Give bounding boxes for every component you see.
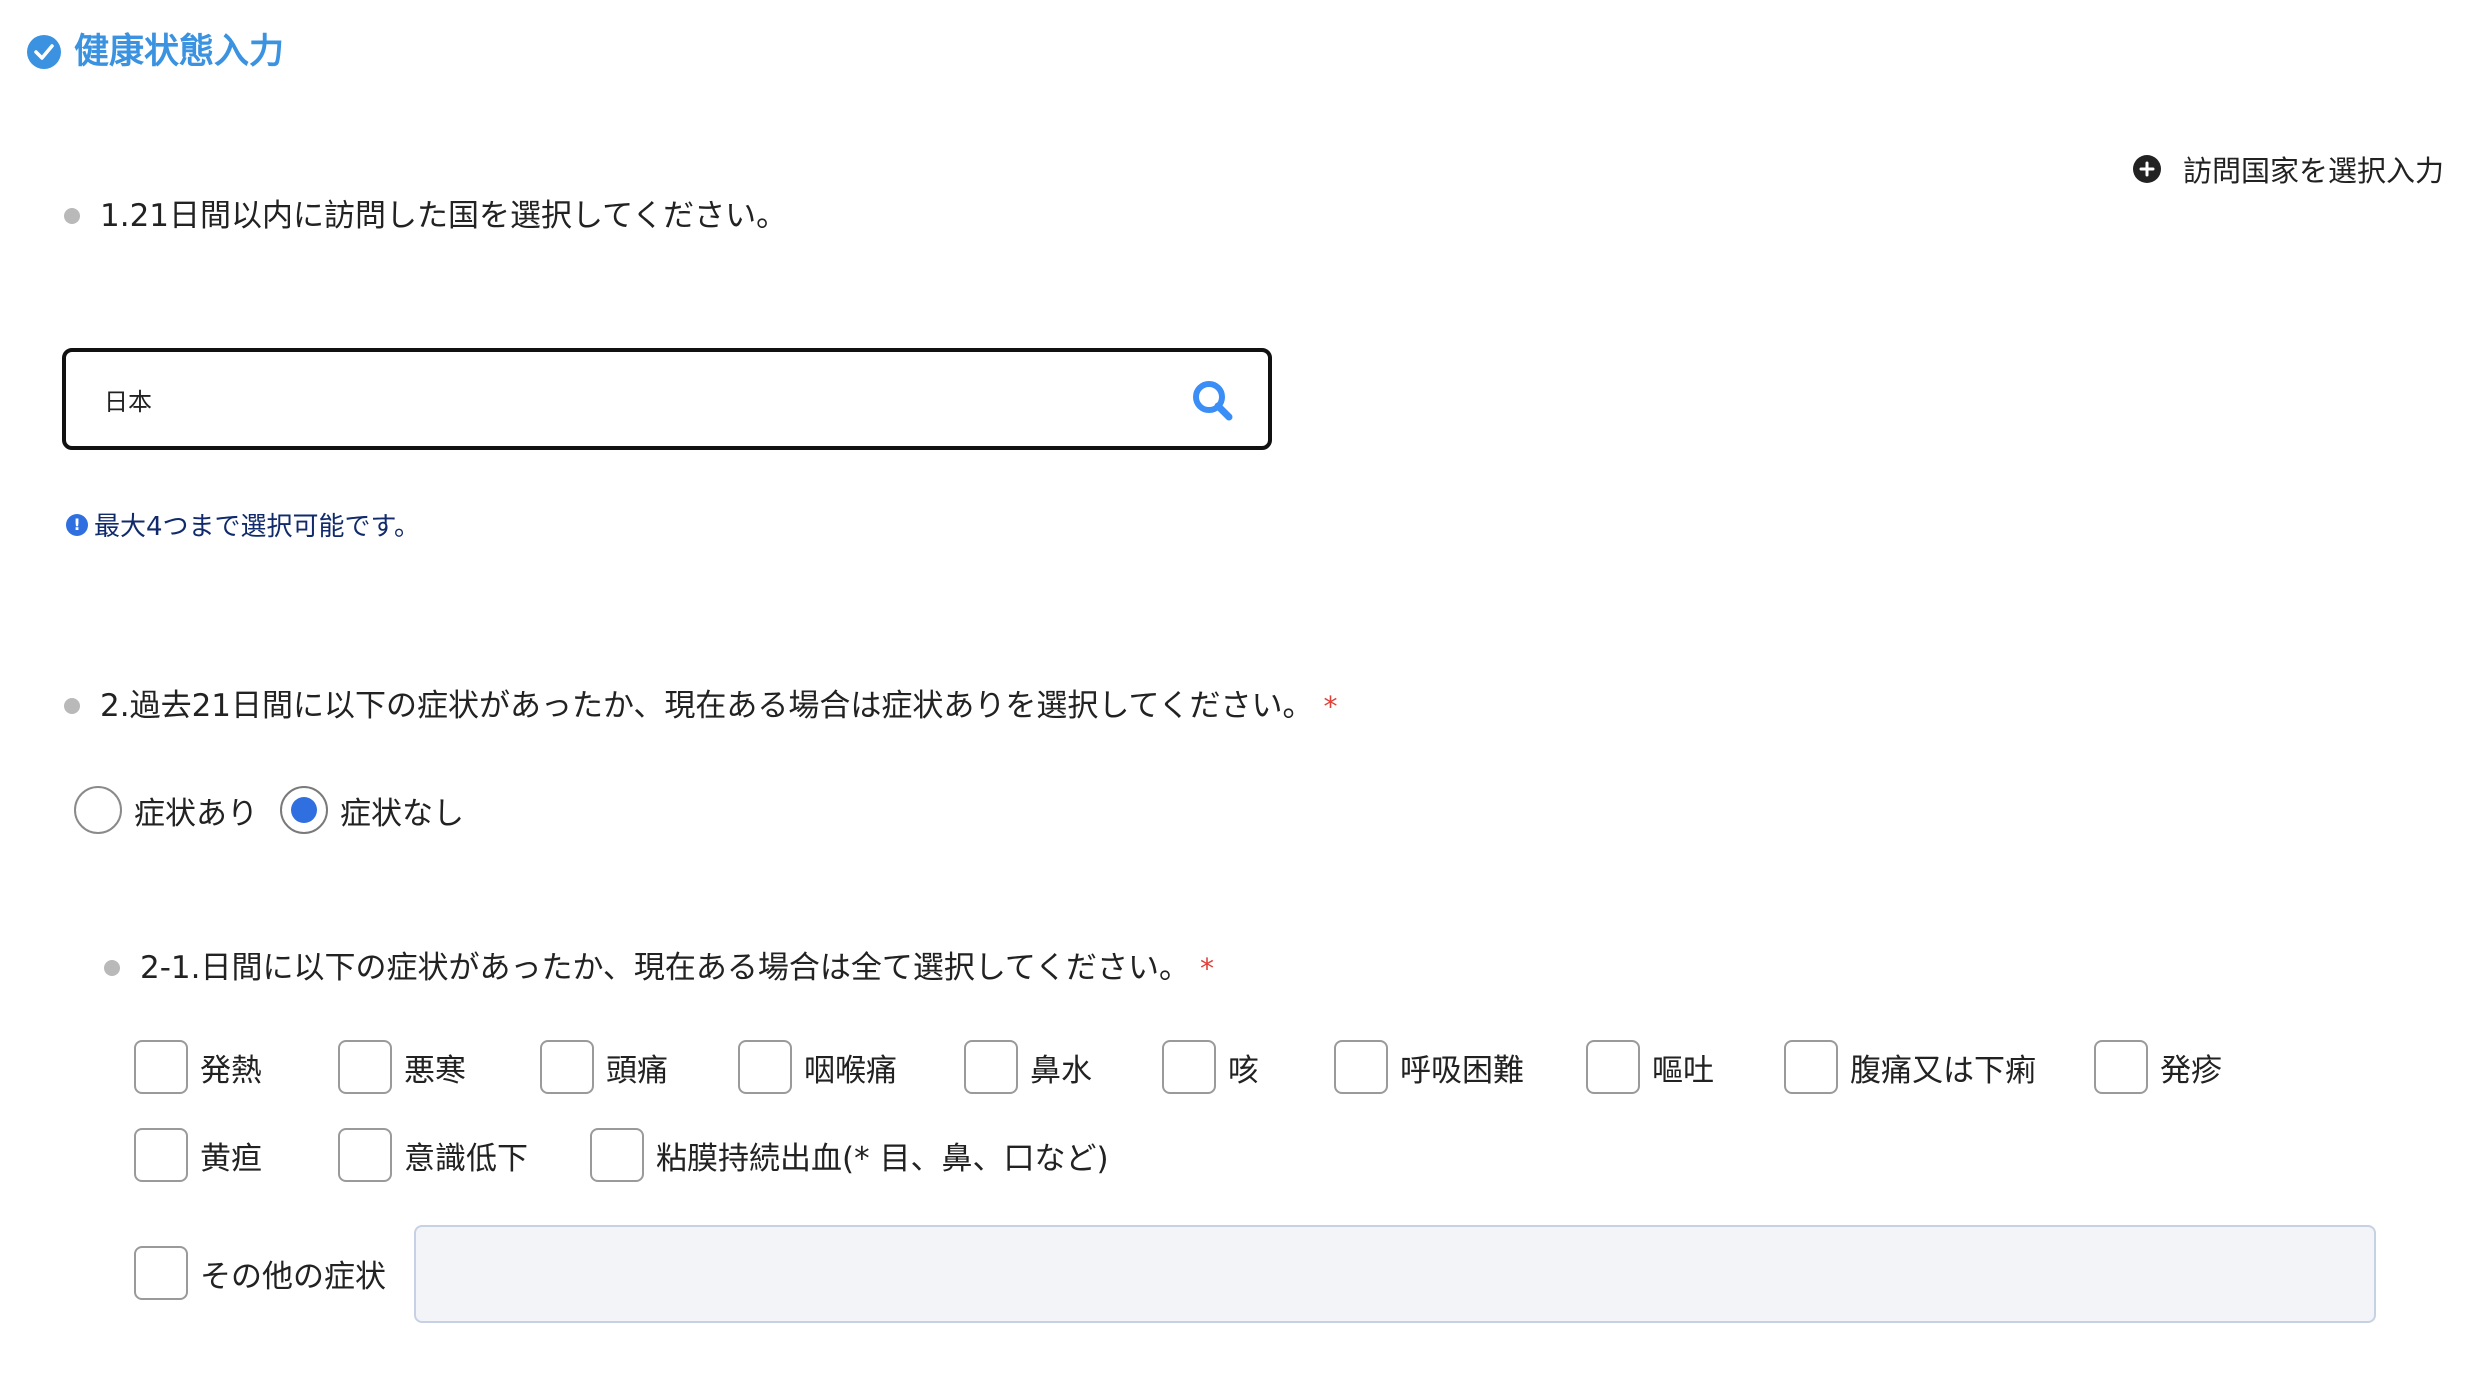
bullet-dot-icon (64, 698, 80, 714)
symptom-label: 咽喉痛 (804, 1052, 897, 1089)
info-icon: ! (66, 513, 88, 536)
other-symptoms-input[interactable] (414, 1225, 2376, 1323)
symptom-checkbox-runny-nose[interactable]: 鼻水 (964, 1040, 1092, 1094)
checkbox[interactable] (964, 1040, 1018, 1094)
search-input-value: 日本 (104, 387, 152, 416)
symptom-label: 嘔吐 (1652, 1052, 1714, 1089)
symptom-presence-radio-group: 症状あり 症状なし (74, 786, 486, 834)
checkbox[interactable] (1784, 1040, 1838, 1094)
symptom-checkbox-abdominal-pain[interactable]: 腹痛又は下痢 (1784, 1040, 2036, 1094)
checkbox[interactable] (540, 1040, 594, 1094)
symptom-label: 粘膜持続出血(* 目、鼻、口など) (656, 1140, 1109, 1177)
bullet-dot-icon (64, 208, 80, 224)
required-mark: * (1323, 689, 1338, 723)
radio-symptoms-no-label: 症状なし (340, 795, 464, 832)
checkbox[interactable] (134, 1128, 188, 1182)
checkbox[interactable] (338, 1128, 392, 1182)
symptom-checkbox-mucosal-bleeding[interactable]: 粘膜持続出血(* 目、鼻、口など) (590, 1128, 1109, 1182)
section-title: 健康状態入力 (74, 32, 285, 72)
country-search-input[interactable]: 日本 (62, 348, 1272, 450)
checkbox[interactable] (1334, 1040, 1388, 1094)
add-country-button[interactable]: 訪問国家を選択入力 (2132, 148, 2444, 190)
symptom-checkbox-vomiting[interactable]: 嘔吐 (1586, 1040, 1714, 1094)
checkbox[interactable] (1586, 1040, 1640, 1094)
symptom-label: 発熱 (200, 1052, 262, 1089)
checkbox[interactable] (738, 1040, 792, 1094)
symptom-label: 咳 (1228, 1052, 1259, 1089)
symptom-checkbox-breathing-difficulty[interactable]: 呼吸困難 (1334, 1040, 1524, 1094)
search-icon[interactable] (1190, 378, 1234, 422)
symptom-checkbox-fever[interactable]: 発熱 (134, 1040, 262, 1094)
symptom-label: 腹痛又は下痢 (1850, 1052, 2036, 1089)
symptom-checkbox-headache[interactable]: 頭痛 (540, 1040, 668, 1094)
symptom-checkbox-rash[interactable]: 発疹 (2094, 1040, 2222, 1094)
checkbox[interactable] (134, 1040, 188, 1094)
symptom-label: 黄疸 (200, 1140, 262, 1177)
symptom-label: 呼吸困難 (1400, 1052, 1524, 1089)
symptom-checkbox-sore-throat[interactable]: 咽喉痛 (738, 1040, 897, 1094)
checkbox[interactable] (1162, 1040, 1216, 1094)
bullet-dot-icon (104, 960, 120, 976)
hint-text: 最大4つまで選択可能です。 (94, 512, 420, 542)
checkbox[interactable] (134, 1246, 188, 1300)
symptom-label: 意識低下 (404, 1140, 528, 1177)
symptom-label: 悪寒 (404, 1052, 466, 1089)
question-1-text: 1.21日間以内に訪問した国を選択してください。 (100, 198, 788, 234)
symptom-label: 発疹 (2160, 1052, 2222, 1089)
symptom-label: 頭痛 (606, 1052, 668, 1089)
checkbox[interactable] (2094, 1040, 2148, 1094)
symptom-checkbox-other[interactable]: その他の症状 (134, 1246, 386, 1300)
symptom-label: 鼻水 (1030, 1052, 1092, 1089)
symptom-checkbox-chills[interactable]: 悪寒 (338, 1040, 466, 1094)
checkbox[interactable] (338, 1040, 392, 1094)
add-country-label: 訪問国家を選択入力 (2182, 154, 2444, 188)
question-2: 2.過去21日間に以下の症状があったか、現在ある場合は症状ありを選択してください… (64, 686, 1338, 726)
question-1: 1.21日間以内に訪問した国を選択してください。 (64, 196, 787, 236)
radio-symptoms-yes[interactable] (74, 786, 122, 834)
symptom-checkbox-reduced-consciousness[interactable]: 意識低下 (338, 1128, 528, 1182)
symptom-label: その他の症状 (200, 1258, 386, 1295)
symptom-checkbox-jaundice[interactable]: 黄疸 (134, 1128, 262, 1182)
plus-circle-icon (2132, 155, 2161, 183)
required-mark: * (1200, 951, 1215, 985)
radio-selected-dot (291, 797, 317, 823)
symptom-checkbox-cough[interactable]: 咳 (1162, 1040, 1259, 1094)
question-2-1: 2-1.日間に以下の症状があったか、現在ある場合は全て選択してください。 * (104, 948, 1214, 988)
radio-symptoms-yes-label: 症状あり (134, 795, 258, 832)
check-circle-icon (27, 35, 61, 69)
question-2-1-text: 2-1.日間に以下の症状があったか、現在ある場合は全て選択してください。 (140, 950, 1191, 986)
question-2-text: 2.過去21日間に以下の症状があったか、現在ある場合は症状ありを選択してください… (100, 688, 1314, 724)
radio-symptoms-no[interactable] (280, 786, 328, 834)
selection-hint: ! 最大4つまで選択可能です。 (66, 506, 420, 543)
checkbox[interactable] (590, 1128, 644, 1182)
